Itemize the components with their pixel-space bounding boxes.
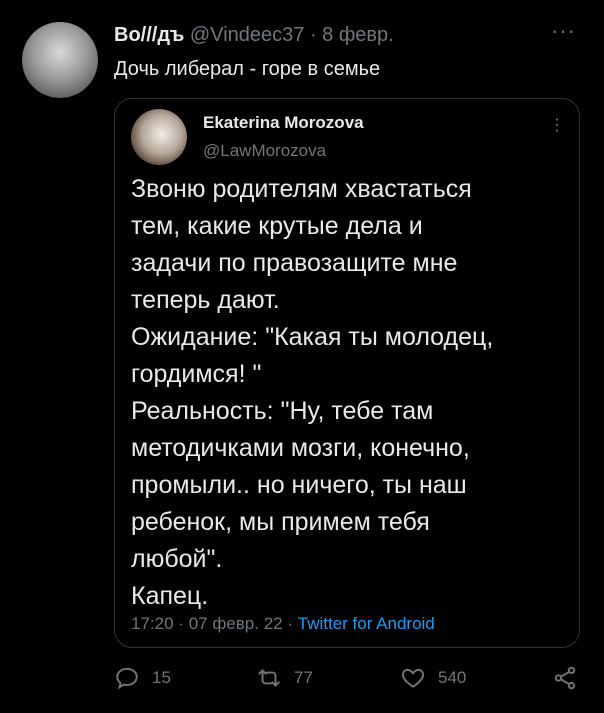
action-bar: 15 77 540 xyxy=(114,665,584,695)
quoted-text-line: методичками мозги, конечно, xyxy=(131,434,470,462)
reply-count: 15 xyxy=(152,668,171,687)
like-count: 540 xyxy=(438,668,467,687)
quoted-tweet-meta: 17:20 · 07 февр. 22 · Twitter for Androi… xyxy=(131,614,435,634)
quoted-date[interactable]: 07 февр. 22 xyxy=(189,614,283,633)
header-separator: · xyxy=(309,24,317,46)
quoted-text-line: любой". xyxy=(131,545,223,573)
tweet-text: Дочь либерал - горе в семье xyxy=(114,58,381,80)
quoted-more-icon[interactable]: ⋮ xyxy=(549,115,565,135)
quoted-text-line: Звоню родителям хвастаться xyxy=(131,175,472,203)
quoted-text-line: задачи по правозащите мне xyxy=(131,249,458,277)
author-name[interactable]: Во///дъ xyxy=(114,24,184,46)
quoted-tweet-text: Звоню родителям хвастаться тем, какие кр… xyxy=(131,171,561,615)
meta-separator: · xyxy=(287,614,294,633)
quoted-text-line: Капец. xyxy=(131,582,209,610)
quoted-text-line: Реальность: "Ну, тебе там xyxy=(131,397,434,425)
quoted-author-name[interactable]: Ekaterina Morozova xyxy=(203,113,364,133)
retweet-button[interactable]: 77 xyxy=(256,665,313,691)
quoted-author-avatar[interactable] xyxy=(131,109,187,165)
share-button[interactable] xyxy=(552,665,578,691)
reply-button[interactable]: 15 xyxy=(114,665,171,691)
share-icon xyxy=(554,666,576,690)
quoted-author-handle[interactable]: @LawMorozova xyxy=(203,141,326,161)
quoted-time[interactable]: 17:20 xyxy=(131,614,174,633)
quoted-text-line: промыли.. но ничего, ты наш xyxy=(131,471,467,499)
retweet-count: 77 xyxy=(294,668,313,687)
retweet-icon xyxy=(258,669,280,687)
quoted-text-line: гордимся! " xyxy=(131,360,262,388)
meta-separator: · xyxy=(178,614,184,633)
quoted-source-link[interactable]: Twitter for Android xyxy=(298,614,435,633)
quoted-text-line: Ожидание: "Какая ты молодец, xyxy=(131,323,494,351)
heart-icon xyxy=(401,668,425,688)
quoted-text-line: ребенок, мы примем тебя xyxy=(131,508,430,536)
author-handle[interactable]: @Vindeec37 xyxy=(190,24,304,46)
author-avatar[interactable] xyxy=(22,22,98,98)
quoted-text-line: теперь дают. xyxy=(131,286,280,314)
quoted-tweet-card[interactable]: Ekaterina Morozova @LawMorozova ⋮ Звоню … xyxy=(114,98,580,648)
quoted-text-line: тем, какие крутые дела и xyxy=(131,212,423,240)
more-options-icon[interactable]: ··· xyxy=(551,18,576,44)
tweet-date[interactable]: 8 февр. xyxy=(322,24,394,46)
tweet-header: Во///дъ @Vindeec37 · 8 февр. xyxy=(114,24,394,47)
like-button[interactable]: 540 xyxy=(400,665,466,691)
reply-icon xyxy=(116,667,138,690)
